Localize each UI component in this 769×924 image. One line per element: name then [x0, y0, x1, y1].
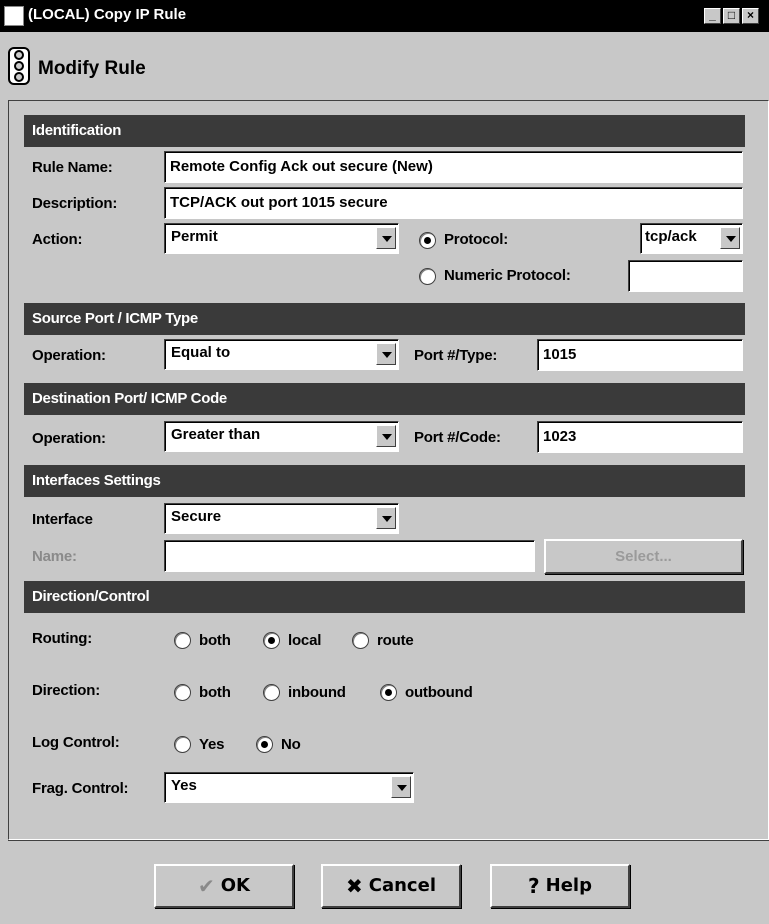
source-port-label: Port #/Type:: [414, 347, 498, 364]
cancel-button[interactable]: ✖ Cancel: [321, 864, 461, 908]
log-yes-radio[interactable]: [174, 736, 191, 753]
chevron-down-icon[interactable]: [376, 425, 396, 447]
protocol-radio[interactable]: [419, 232, 436, 249]
direction-label: Direction:: [32, 682, 101, 699]
rule-name-field[interactable]: Remote Config Ack out secure (New): [164, 151, 743, 183]
question-mark-icon: ?: [528, 874, 540, 898]
title-bar[interactable]: (LOCAL) Copy IP Rule _ □ ×: [0, 0, 769, 32]
checkmark-icon: ✔: [197, 874, 215, 898]
ok-label: OK: [220, 875, 250, 896]
protocol-label: Protocol:: [444, 231, 509, 248]
numeric-protocol-field[interactable]: [628, 260, 743, 292]
source-operation-dropdown[interactable]: Equal to: [164, 339, 399, 370]
protocol-value: tcp/ack: [645, 228, 697, 245]
section-direction-control: Direction/Control: [24, 581, 745, 613]
log-no-label: No: [281, 736, 301, 753]
page-title: Modify Rule: [38, 58, 146, 79]
chevron-down-icon[interactable]: [720, 227, 740, 249]
routing-local-label: local: [288, 632, 322, 649]
chevron-down-icon[interactable]: [376, 227, 396, 249]
direction-both-label: both: [199, 684, 231, 701]
minimize-button[interactable]: _: [704, 8, 721, 24]
numeric-protocol-label: Numeric Protocol:: [444, 267, 571, 284]
routing-both-label: both: [199, 632, 231, 649]
window-title: (LOCAL) Copy IP Rule: [28, 6, 187, 23]
routing-both-radio[interactable]: [174, 632, 191, 649]
footer-divider: [8, 840, 769, 841]
source-port-field[interactable]: 1015: [537, 339, 743, 371]
help-label: Help: [545, 875, 592, 896]
direction-inbound-label: inbound: [288, 684, 346, 701]
destination-operation-value: Greater than: [171, 426, 261, 443]
log-yes-label: Yes: [199, 736, 225, 753]
description-field[interactable]: TCP/ACK out port 1015 secure: [164, 187, 743, 219]
frag-control-value: Yes: [171, 777, 197, 794]
action-dropdown[interactable]: Permit: [164, 223, 399, 254]
rule-name-label: Rule Name:: [32, 159, 113, 176]
close-button[interactable]: ×: [742, 8, 759, 24]
destination-operation-label: Operation:: [32, 430, 106, 447]
interface-name-label: Name:: [32, 548, 77, 565]
log-control-label: Log Control:: [32, 734, 120, 751]
source-operation-label: Operation:: [32, 347, 106, 364]
routing-label: Routing:: [32, 630, 93, 647]
routing-route-radio[interactable]: [352, 632, 369, 649]
help-button[interactable]: ? Help: [490, 864, 630, 908]
maximize-button[interactable]: □: [723, 8, 740, 24]
section-destination-port: Destination Port/ ICMP Code: [24, 383, 745, 415]
direction-outbound-radio[interactable]: [380, 684, 397, 701]
x-icon: ✖: [346, 874, 363, 898]
section-interfaces: Interfaces Settings: [24, 465, 745, 497]
direction-outbound-label: outbound: [405, 684, 473, 701]
action-value: Permit: [171, 228, 218, 245]
routing-local-radio[interactable]: [263, 632, 280, 649]
interface-label: Interface: [32, 511, 93, 528]
description-label: Description:: [32, 195, 118, 212]
dialog-header: Modify Rule: [0, 32, 769, 100]
log-no-radio[interactable]: [256, 736, 273, 753]
source-operation-value: Equal to: [171, 344, 231, 361]
tool-icon[interactable]: [4, 6, 24, 26]
destination-port-field[interactable]: 1023: [537, 421, 743, 453]
protocol-dropdown[interactable]: tcp/ack: [640, 223, 743, 254]
routing-route-label: route: [377, 632, 414, 649]
ok-button[interactable]: ✔ OK: [154, 864, 294, 908]
interface-dropdown[interactable]: Secure: [164, 503, 399, 534]
direction-both-radio[interactable]: [174, 684, 191, 701]
frag-control-dropdown[interactable]: Yes: [164, 772, 414, 803]
chevron-down-icon[interactable]: [376, 507, 396, 529]
action-label: Action:: [32, 231, 83, 248]
destination-operation-dropdown[interactable]: Greater than: [164, 421, 399, 452]
numeric-protocol-radio[interactable]: [419, 268, 436, 285]
chevron-down-icon[interactable]: [376, 343, 396, 365]
chevron-down-icon[interactable]: [391, 776, 411, 798]
section-source-port: Source Port / ICMP Type: [24, 303, 745, 335]
direction-inbound-radio[interactable]: [263, 684, 280, 701]
destination-port-label: Port #/Code:: [414, 429, 501, 446]
traffic-light-icon: [8, 47, 30, 85]
interface-name-field[interactable]: [164, 540, 535, 572]
interface-value: Secure: [171, 508, 222, 525]
frag-control-label: Frag. Control:: [32, 780, 129, 797]
select-button[interactable]: Select...: [544, 539, 743, 574]
section-identification: Identification: [24, 115, 745, 147]
cancel-label: Cancel: [368, 875, 436, 896]
